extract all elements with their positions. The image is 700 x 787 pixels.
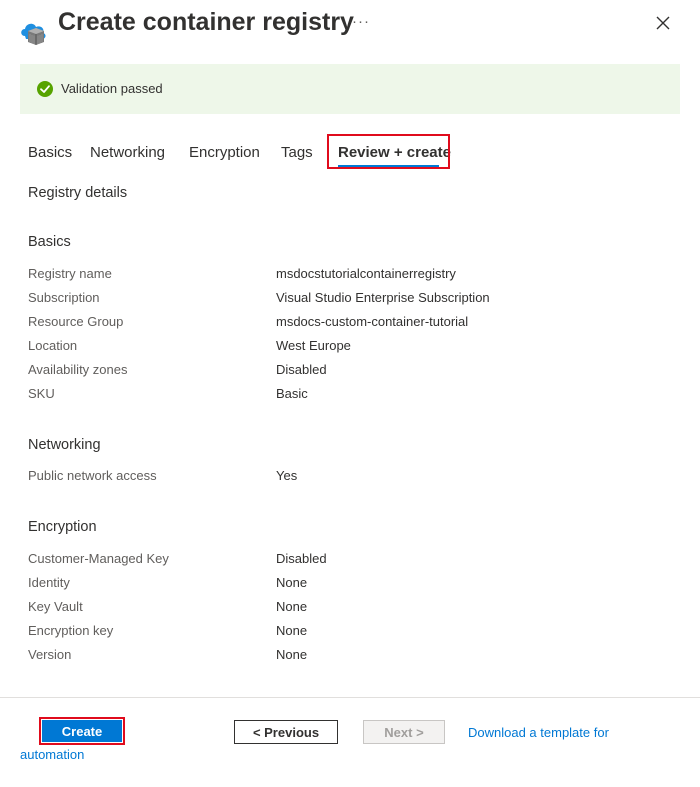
row-label-subscription: Subscription [28, 290, 100, 305]
tab-basics[interactable]: Basics [28, 144, 72, 161]
container-registry-icon [19, 18, 49, 46]
row-label-registry-name: Registry name [28, 266, 112, 281]
tab-networking[interactable]: Networking [90, 144, 165, 161]
close-icon[interactable] [654, 14, 672, 32]
row-value-encryption-key: None [276, 623, 308, 638]
tab-tags[interactable]: Tags [281, 144, 313, 161]
row-label-public-network-access: Public network access [28, 468, 157, 483]
row-value-customer-managed-key: Disabled [276, 551, 327, 566]
blade-header: Create container registry ··· [0, 0, 700, 52]
row-label-sku: SKU [28, 386, 55, 401]
row-value-resource-group: msdocs-custom-container-tutorial [276, 314, 469, 329]
next-button: Next > [363, 720, 445, 744]
row-label-resource-group: Resource Group [28, 314, 124, 329]
row-value-sku: Basic [276, 386, 308, 401]
footer-divider [0, 697, 700, 698]
row-value-location: West Europe [276, 338, 351, 353]
encryption-section-title: Encryption [28, 519, 97, 535]
download-template-link-continued[interactable]: automation [20, 747, 84, 762]
download-template-link[interactable]: Download a template for [468, 725, 609, 740]
row-label-encryption-key: Encryption key [28, 623, 114, 638]
previous-button[interactable]: < Previous [234, 720, 338, 744]
validation-banner: Validation passed [20, 64, 680, 114]
success-check-icon [36, 80, 54, 98]
tab-highlight-box [327, 134, 450, 169]
row-label-key-vault: Key Vault [28, 599, 83, 614]
validation-message: Validation passed [61, 81, 163, 96]
registry-details-heading: Registry details [28, 185, 128, 201]
row-value-key-vault: None [276, 599, 308, 614]
row-label-identity: Identity [28, 575, 70, 590]
create-highlight-box [39, 717, 125, 745]
row-value-availability-zones: Disabled [276, 362, 327, 377]
row-value-version: None [276, 647, 308, 662]
row-value-subscription: Visual Studio Enterprise Subscription [276, 290, 490, 305]
basics-section-title: Basics [28, 234, 71, 250]
more-options-icon[interactable]: ··· [352, 13, 370, 30]
row-value-public-network-access: Yes [276, 468, 298, 483]
networking-section-title: Networking [28, 437, 101, 453]
row-label-location: Location [28, 338, 78, 353]
tab-encryption[interactable]: Encryption [189, 144, 260, 161]
row-value-registry-name: msdocstutorialcontainerregistry [276, 266, 456, 281]
row-label-availability-zones: Availability zones [28, 362, 128, 377]
row-value-identity: None [276, 575, 308, 590]
row-label-customer-managed-key: Customer-Managed Key [28, 551, 169, 566]
page-title: Create container registry [58, 8, 354, 36]
row-label-version: Version [28, 647, 72, 662]
